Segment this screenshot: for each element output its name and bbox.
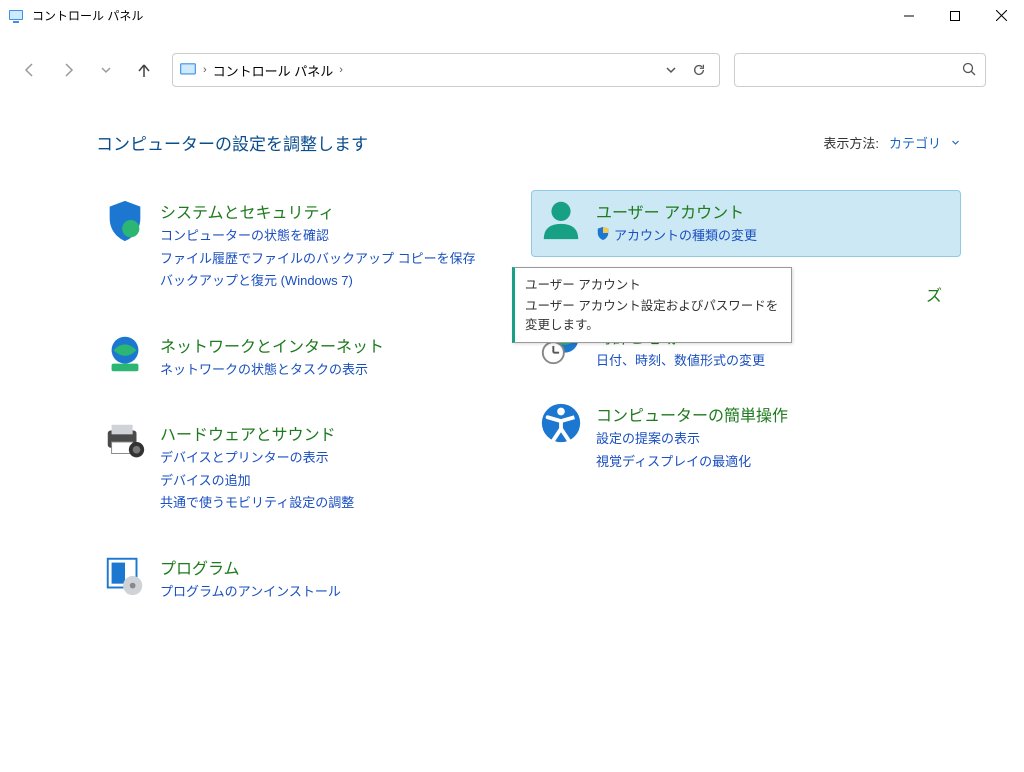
refresh-button[interactable] — [685, 56, 713, 84]
page-title: コンピューターの設定を調整します — [96, 130, 368, 155]
breadcrumb-root[interactable]: コントロール パネル — [209, 61, 338, 80]
view-by-value: カテゴリ — [889, 133, 941, 152]
up-button[interactable] — [126, 52, 162, 88]
tooltip: ユーザー アカウント ユーザー アカウント設定およびパスワードを変更します。 — [512, 267, 792, 343]
category-title[interactable]: ユーザー アカウント — [596, 199, 757, 223]
category-link[interactable]: プログラムのアンインストール — [160, 582, 341, 602]
accessibility-icon — [538, 400, 584, 446]
category-link[interactable]: アカウントの種類の変更 — [596, 226, 757, 246]
control-panel-icon — [8, 8, 24, 24]
category-title[interactable]: ネットワークとインターネット — [160, 333, 384, 357]
view-by-label: 表示方法: — [823, 133, 879, 152]
printer-icon — [102, 419, 148, 465]
category-title[interactable]: システムとセキュリティ — [160, 199, 476, 223]
globe-icon — [102, 331, 148, 377]
maximize-button[interactable] — [932, 0, 978, 32]
minimize-button[interactable] — [886, 0, 932, 32]
recent-dropdown[interactable] — [88, 52, 124, 88]
search-icon — [961, 61, 977, 82]
right-column: ユーザー アカウント アカウントの種類の変更 ズ 時計と地域 日付、時刻、数値形… — [532, 191, 960, 611]
category-link[interactable]: ファイル履歴でファイルのバックアップ コピーを保存 — [160, 249, 476, 269]
category-ease-of-access[interactable]: コンピューターの簡単操作 設定の提案の表示 視覚ディスプレイの最適化 — [532, 394, 960, 481]
titlebar: コントロール パネル — [0, 0, 1024, 32]
breadcrumb-separator-icon[interactable]: › — [201, 64, 209, 76]
category-link[interactable]: コンピューターの状態を確認 — [160, 226, 476, 246]
left-column: システムとセキュリティ コンピューターの状態を確認 ファイル履歴でファイルのバッ… — [96, 191, 524, 611]
category-network-internet[interactable]: ネットワークとインターネット ネットワークの状態とタスクの表示 — [96, 325, 524, 390]
category-system-security[interactable]: システムとセキュリティ コンピューターの状態を確認 ファイル履歴でファイルのバッ… — [96, 191, 524, 301]
category-link[interactable]: デバイスとプリンターの表示 — [160, 448, 354, 468]
category-hardware-sound[interactable]: ハードウェアとサウンド デバイスとプリンターの表示 デバイスの追加 共通で使うモ… — [96, 413, 524, 523]
category-link[interactable]: 視覚ディスプレイの最適化 — [596, 452, 788, 472]
search-box[interactable] — [734, 53, 986, 87]
category-title[interactable]: プログラム — [160, 555, 341, 579]
forward-button[interactable] — [50, 52, 86, 88]
tooltip-title: ユーザー アカウント — [525, 276, 781, 295]
category-title[interactable]: コンピューターの簡単操作 — [596, 402, 788, 426]
content-pane: コンピューターの設定を調整します 表示方法: カテゴリ システムとセキュリティ … — [0, 94, 1024, 611]
tooltip-body: ユーザー アカウント設定およびパスワードを変更します。 — [525, 297, 781, 335]
close-button[interactable] — [978, 0, 1024, 32]
shield-icon — [102, 197, 148, 243]
category-link[interactable]: 共通で使うモビリティ設定の調整 — [160, 493, 354, 513]
category-user-accounts[interactable]: ユーザー アカウント アカウントの種類の変更 — [532, 191, 960, 256]
breadcrumb-separator-icon[interactable]: › — [337, 64, 345, 76]
user-icon — [538, 197, 584, 243]
chevron-down-icon — [951, 138, 960, 147]
navigation-toolbar: › コントロール パネル › — [0, 46, 1024, 94]
category-title-obscured[interactable]: ズ — [926, 282, 942, 306]
category-link[interactable]: デバイスの追加 — [160, 471, 354, 491]
address-bar[interactable]: › コントロール パネル › — [172, 53, 720, 87]
address-dropdown-button[interactable] — [657, 56, 685, 84]
category-link[interactable]: 日付、時刻、数値形式の変更 — [596, 351, 765, 371]
window-title: コントロール パネル — [32, 7, 143, 24]
category-programs[interactable]: プログラム プログラムのアンインストール — [96, 547, 524, 612]
view-by-selector[interactable]: 表示方法: カテゴリ — [823, 133, 960, 152]
category-link[interactable]: 設定の提案の表示 — [596, 429, 788, 449]
control-panel-mini-icon — [179, 61, 197, 79]
category-title[interactable]: ハードウェアとサウンド — [160, 421, 354, 445]
programs-icon — [102, 553, 148, 599]
uac-shield-icon — [596, 226, 610, 246]
category-link[interactable]: バックアップと復元 (Windows 7) — [160, 271, 476, 291]
category-link[interactable]: ネットワークの状態とタスクの表示 — [160, 360, 384, 380]
back-button[interactable] — [12, 52, 48, 88]
